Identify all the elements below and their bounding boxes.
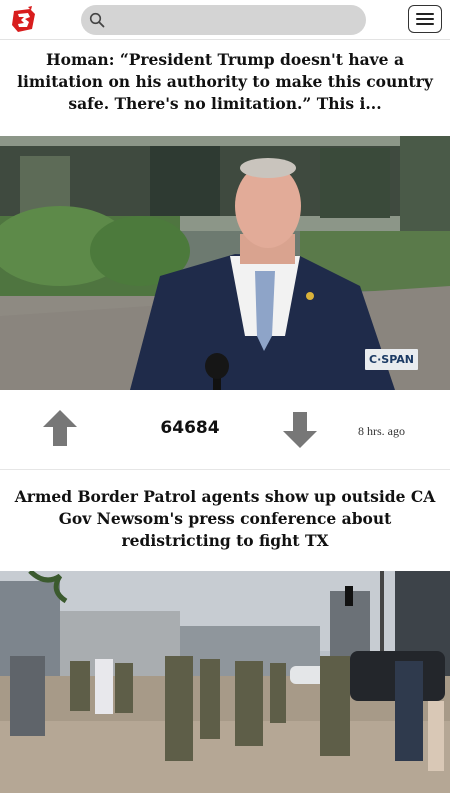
site-logo-icon[interactable] bbox=[8, 5, 38, 35]
story-timestamp: 8 hrs. ago bbox=[358, 424, 405, 438]
story-headline[interactable]: Homan: “President Trump doesn't have a l… bbox=[10, 49, 440, 115]
arrow-down-icon[interactable] bbox=[283, 412, 317, 448]
arrow-up-icon[interactable] bbox=[43, 410, 77, 446]
story-image[interactable] bbox=[0, 571, 450, 793]
hamburger-menu-icon-bar bbox=[416, 23, 434, 25]
hamburger-menu-icon bbox=[416, 13, 434, 15]
hamburger-menu-button[interactable] bbox=[408, 5, 442, 33]
story-headline[interactable]: Armed Border Patrol agents show up outsi… bbox=[10, 486, 440, 552]
vote-count: 64684 bbox=[160, 418, 220, 438]
search-icon bbox=[89, 12, 105, 28]
cspan-watermark: C·SPAN bbox=[365, 349, 418, 370]
hamburger-menu-icon-bar bbox=[416, 18, 434, 20]
top-navigation-bar bbox=[0, 0, 450, 40]
vote-bar: 64684 8 hrs. ago bbox=[0, 390, 450, 470]
search-input[interactable] bbox=[81, 5, 366, 35]
story-image[interactable]: C·SPAN bbox=[0, 136, 450, 390]
